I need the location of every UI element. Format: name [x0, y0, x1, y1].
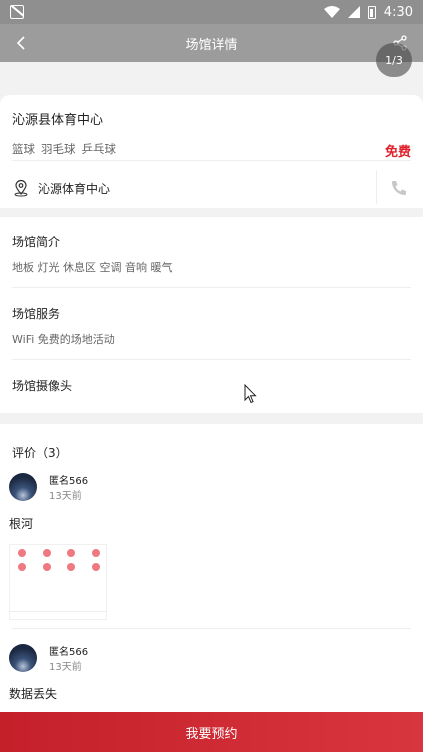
divider	[12, 628, 411, 629]
page-title: 场馆详情	[185, 38, 238, 53]
notification-icon	[10, 5, 24, 19]
review-image[interactable]	[9, 544, 107, 620]
intro-text: 地板 灯光 休息区 空调 音响 暖气	[12, 261, 173, 274]
review-text: 数据丢失	[9, 687, 58, 701]
review-username: 匿名566	[49, 647, 89, 658]
reviews-card: 评价（3） 匿名566 13天前 根河 匿名566 13天前 数据丢失	[0, 424, 423, 712]
nav-bar: 场馆详情	[0, 24, 423, 62]
review-user: 匿名566 13天前	[9, 472, 88, 502]
mouse-cursor-icon	[244, 384, 257, 404]
tag-basketball: 篮球	[12, 142, 35, 156]
price-badge: 免费	[384, 145, 411, 160]
review-time: 13天前	[49, 491, 82, 502]
wifi-icon	[323, 6, 340, 18]
venue-card: 沁源县体育中心 篮球 羽毛球 乒乓球 免费 沁源体育中心	[0, 95, 423, 208]
review-time: 13天前	[49, 662, 82, 673]
address-row[interactable]: 沁源体育中心	[12, 170, 423, 204]
divider	[12, 287, 411, 288]
venue-name: 沁源县体育中心	[12, 113, 104, 128]
venue-address: 沁源体育中心	[38, 181, 111, 196]
review-text: 根河	[9, 517, 34, 531]
signal-icon	[347, 6, 360, 18]
service-text: WiFi 免费的场地活动	[12, 333, 115, 346]
phone-icon[interactable]	[389, 178, 409, 198]
review-user: 匿名566 13天前	[9, 643, 88, 673]
divider	[376, 170, 377, 204]
sport-tags: 篮球 羽毛球 乒乓球	[12, 141, 116, 157]
status-bar: 4:30	[0, 0, 423, 24]
service-title: 场馆服务	[12, 307, 61, 321]
review-username: 匿名566	[49, 476, 89, 487]
tag-table-tennis: 乒乓球	[81, 142, 117, 156]
battery-icon	[367, 5, 376, 19]
location-icon	[14, 179, 28, 197]
avatar	[9, 473, 37, 501]
intro-title: 场馆简介	[12, 235, 61, 249]
book-button[interactable]: 我要预约	[0, 712, 423, 752]
reviews-header: 评价（3）	[12, 446, 68, 460]
camera-section[interactable]: 场馆摄像头	[12, 377, 72, 394]
gallery-pager: 1/3	[376, 43, 412, 77]
divider	[12, 160, 411, 161]
avatar	[9, 644, 37, 672]
tag-badminton: 羽毛球	[41, 142, 76, 156]
venue-info-card: 场馆简介 地板 灯光 休息区 空调 音响 暖气 场馆服务 WiFi 免费的场地活…	[0, 217, 423, 413]
divider	[12, 359, 411, 360]
status-time: 4:30	[383, 4, 413, 20]
